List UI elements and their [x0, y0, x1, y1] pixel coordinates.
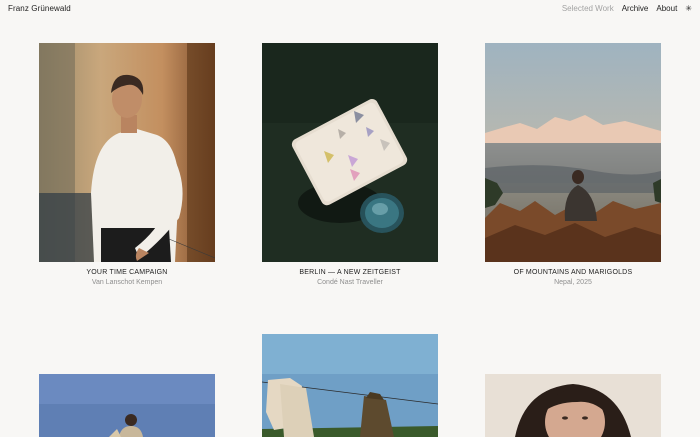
project-caption: OF MOUNTAINS AND MARIGOLDS Nepal, 2025 [485, 268, 661, 287]
project-subtitle: Condé Nast Traveller [317, 279, 383, 286]
project-image-berlin[interactable] [262, 43, 438, 262]
still-life-photo [262, 43, 438, 262]
project-image-mountains[interactable] [485, 43, 661, 262]
main-nav: Selected Work Archive About ✳ [562, 4, 692, 13]
project-caption: YOUR TIME CAMPAIGN Van Lanschot Kempen [39, 268, 215, 287]
portrait-photo-2 [485, 374, 661, 437]
project-image-your-time[interactable] [39, 43, 215, 262]
project-subtitle: Nepal, 2025 [554, 279, 592, 286]
project-image-row2-middle[interactable] [262, 334, 438, 437]
project-image-row2-right[interactable] [485, 374, 661, 437]
project-image-row2-left[interactable] [39, 374, 215, 437]
sky-photo [39, 374, 215, 437]
project-title[interactable]: OF MOUNTAINS AND MARIGOLDS [485, 268, 661, 277]
nav-about[interactable]: About [656, 4, 677, 13]
site-header: Franz Grünewald Selected Work Archive Ab… [0, 0, 700, 18]
sun-icon[interactable]: ✳ [685, 4, 692, 13]
project-title[interactable]: YOUR TIME CAMPAIGN [39, 268, 215, 277]
site-logo[interactable]: Franz Grünewald [8, 4, 71, 13]
mountain-photo [485, 43, 661, 262]
project-subtitle: Van Lanschot Kempen [91, 279, 163, 286]
nav-archive[interactable]: Archive [622, 4, 649, 13]
nav-selected-work[interactable]: Selected Work [562, 4, 614, 13]
portrait-photo [39, 43, 215, 262]
project-caption: BERLIN — A NEW ZEITGEIST Condé Nast Trav… [262, 268, 438, 287]
laundry-photo [262, 334, 438, 437]
project-title[interactable]: BERLIN — A NEW ZEITGEIST [262, 268, 438, 277]
